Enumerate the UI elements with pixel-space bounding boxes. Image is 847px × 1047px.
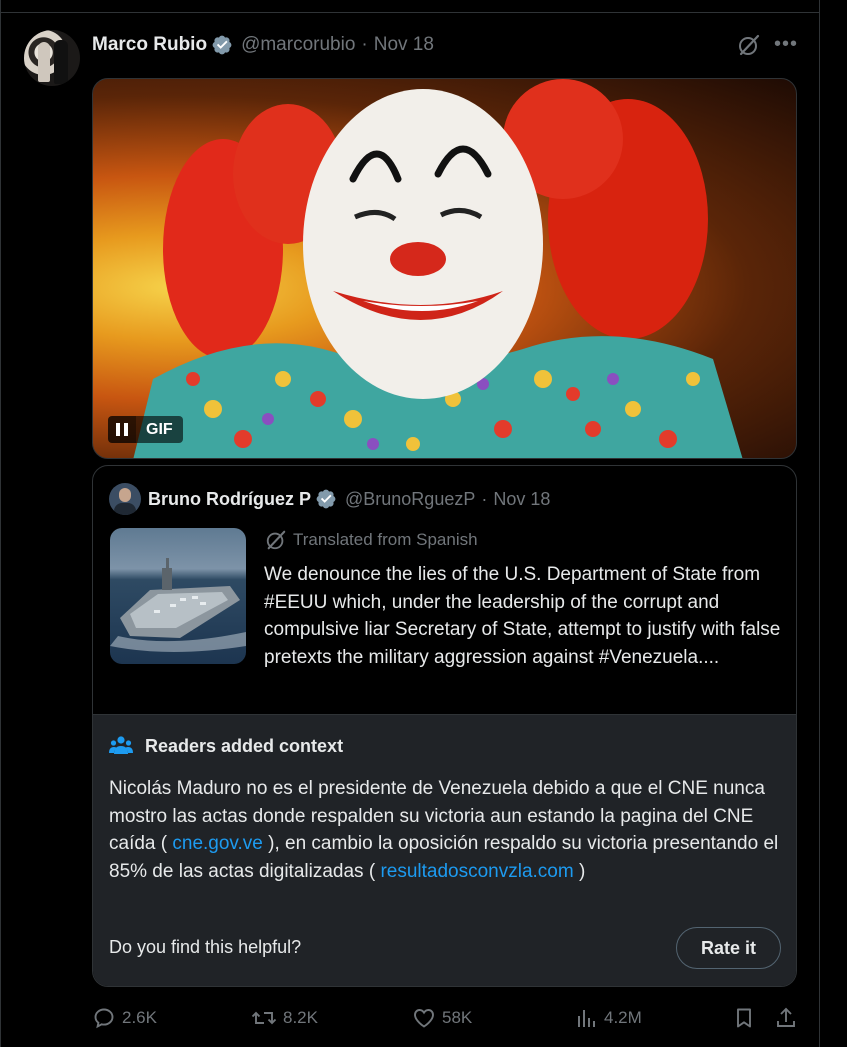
note-link-resultados[interactable]: resultadosconvzla.com <box>380 861 573 882</box>
rate-it-button[interactable]: Rate it <box>676 927 781 969</box>
grok-icon <box>266 530 286 550</box>
heart-icon <box>414 1009 434 1028</box>
pause-icon[interactable] <box>108 416 136 443</box>
author-avatar[interactable] <box>24 30 80 86</box>
author-handle[interactable]: @marcorubio <box>241 34 355 56</box>
quoted-post-text: We denounce the lies of the U.S. Departm… <box>264 564 781 668</box>
more-options-icon[interactable]: ••• <box>774 34 798 58</box>
views-button[interactable]: 4.2M <box>574 1004 642 1032</box>
note-text: ) <box>573 860 586 882</box>
post-date[interactable]: Nov 18 <box>374 34 434 56</box>
bookmark-icon <box>737 1008 751 1028</box>
translated-label[interactable]: Translated from Spanish <box>265 528 478 552</box>
verified-badge-icon[interactable] <box>211 34 233 56</box>
column-border-right <box>819 0 820 1047</box>
gif-badge[interactable]: GIF <box>108 416 183 443</box>
quoted-post-date[interactable]: Nov 18 <box>493 489 550 510</box>
share-icon <box>777 1007 795 1027</box>
quoted-author-avatar[interactable] <box>109 483 141 515</box>
reply-button[interactable]: 2.6K <box>92 1004 157 1032</box>
community-note-title-text: Readers added context <box>145 735 344 756</box>
column-border-left <box>0 0 1 1047</box>
quoted-post[interactable]: Bruno Rodríguez P @BrunoRguezP · Nov 18 … <box>92 465 797 987</box>
like-button[interactable]: 58K <box>412 1004 472 1032</box>
avatar-figure <box>54 40 68 84</box>
like-count: 58K <box>442 1008 473 1027</box>
reply-icon <box>94 1008 114 1029</box>
quoted-author-handle[interactable]: @BrunoRguezP <box>345 489 475 510</box>
gif-label: GIF <box>136 416 183 443</box>
helpful-question: Do you find this helpful? <box>109 937 302 957</box>
author-name[interactable]: Marco Rubio <box>92 34 207 56</box>
quoted-post-thumbnail[interactable] <box>110 528 246 664</box>
views-count: 4.2M <box>604 1008 642 1027</box>
translated-text: Translated from Spanish <box>293 530 478 549</box>
share-button[interactable] <box>774 1004 804 1032</box>
analytics-icon <box>578 1010 595 1027</box>
community-note: Readers added context Nicolás Maduro no … <box>93 714 796 986</box>
reply-count: 2.6K <box>122 1008 157 1027</box>
bookmark-button[interactable] <box>732 1004 762 1032</box>
repost-count: 8.2K <box>283 1008 318 1027</box>
community-note-title: Readers added context <box>109 733 343 759</box>
header-separator: · <box>361 34 368 55</box>
header-separator: · <box>481 488 488 509</box>
post-media-gif[interactable] <box>92 78 797 459</box>
quoted-author-name[interactable]: Bruno Rodríguez P <box>148 489 311 510</box>
note-link-cne[interactable]: cne.gov.ve <box>172 833 262 854</box>
verified-badge-icon[interactable] <box>315 488 337 510</box>
repost-button[interactable]: 8.2K <box>251 1004 318 1032</box>
repost-icon <box>251 1011 277 1025</box>
clown-image <box>133 79 743 458</box>
post-divider <box>1 12 819 13</box>
grok-icon[interactable] <box>737 33 761 57</box>
post-header: Marco Rubio @marcorubio · Nov 18 <box>92 32 434 58</box>
avatar-figure <box>38 42 50 82</box>
post-actions-bar: 2.6K 8.2K 58K 4.2M <box>92 1004 797 1032</box>
people-icon <box>109 736 133 754</box>
community-note-body: Nicolás Maduro no es el presidente de Ve… <box>109 775 789 885</box>
quoted-post-header: Bruno Rodríguez P @BrunoRguezP · Nov 18 <box>148 487 550 511</box>
